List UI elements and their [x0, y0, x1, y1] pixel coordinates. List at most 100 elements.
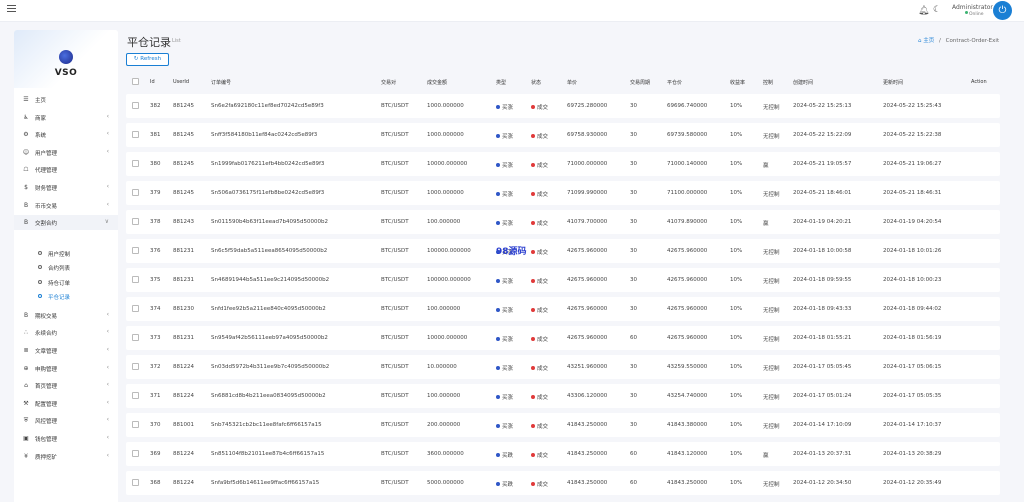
status-dot-icon	[531, 423, 535, 428]
sidebar-item[interactable]: B 交割合约 ∨	[14, 215, 118, 231]
row-checkbox[interactable]	[132, 363, 139, 370]
cell-order-value: Snfa9bf5d6b14611ee9ffac6ff66157a15	[211, 480, 320, 486]
row-checkbox[interactable]	[132, 276, 139, 283]
sidebar-item[interactable]: ⚙ 系统 ‹	[14, 127, 118, 142]
column-header[interactable]: 订单编号	[211, 79, 231, 86]
sidebar-item[interactable]: ⌂ 首页管理 ‹	[14, 378, 118, 393]
sidebar-item[interactable]: ∴ 永续合约 ‹	[14, 325, 118, 340]
cell-period-value: 30	[630, 219, 637, 225]
column-header[interactable]: 更新时间	[883, 79, 903, 86]
table-row[interactable]: 382 881245 Sn6e2fa692180c11ef8ed70242cd5e8…	[126, 94, 1000, 118]
row-checkbox[interactable]	[132, 189, 139, 196]
sidebar-item[interactable]: ⚒ 配置管理 ‹	[14, 396, 118, 411]
row-checkbox[interactable]	[132, 218, 139, 225]
sidebar-item[interactable]: ≣ 文章管理 ‹	[14, 343, 118, 358]
cell-order: Sn506a0736175f11efb8be0242cd5e89f3	[211, 190, 324, 196]
column-header[interactable]: 成交金额	[427, 79, 447, 86]
sidebar-subitem[interactable]: 合约列表	[14, 260, 118, 275]
sidebar-subitem[interactable]: 持仓订单	[14, 275, 118, 290]
table-row[interactable]: 374 881230 Snfd1fee92b5a211ee840c4095d5000…	[126, 297, 1000, 321]
cell-updated-value: 2024-05-22 15:25:43	[883, 103, 942, 109]
table-row[interactable]: 371 881224 Sn6881cd8b4b211eea0834095d50000…	[126, 384, 1000, 408]
user-name[interactable]: Administrator	[952, 4, 993, 11]
row-checkbox[interactable]	[132, 305, 139, 312]
breadcrumb-home[interactable]: ⌂ 主页	[918, 38, 934, 44]
moon-icon[interactable]: ☾	[933, 5, 941, 15]
table-row[interactable]: 378 881243 Sn011590b4b63f11eead7b4095d5000…	[126, 210, 1000, 234]
cell-period-value: 30	[630, 248, 637, 254]
sidebar-item[interactable]: ▣ 钱包管理 ‹	[14, 431, 118, 446]
sidebar-item[interactable]: ☺ 用户管理 ‹	[14, 145, 118, 160]
menu-icon[interactable]	[7, 5, 16, 14]
table-row[interactable]: 368 881224 Snfa9bf5d6b14611ee9ffac6ff66157…	[126, 471, 1000, 495]
table-row[interactable]: 370 881001 Snb745321cb2bc11ee8fafc6ff66157…	[126, 413, 1000, 437]
cell-period: 30	[630, 190, 637, 196]
table-row[interactable]: 380 881245 Sn1999fab0176211efb4bb0242cd5e8…	[126, 152, 1000, 176]
column-header[interactable]: 单价	[567, 79, 577, 86]
cell-pair: BTC/USDT	[381, 480, 409, 486]
cell-id: 380	[150, 161, 161, 167]
cell-order-value: Sn03dd5972b4b311ee9b7c4095d50000b2	[211, 364, 330, 370]
bell-icon[interactable]: 🔔︎	[918, 6, 929, 16]
power-icon[interactable]: ⏻	[993, 1, 1012, 20]
cell-type: 买涨	[496, 132, 513, 140]
chevron-left-icon: ‹	[106, 346, 109, 353]
sidebar-item[interactable]: ⊕ 申购管理 ‹	[14, 361, 118, 376]
cell-id: 369	[150, 451, 161, 457]
sidebar-item[interactable]: ☖ 代理管理	[14, 162, 118, 177]
sidebar-item[interactable]: B 期权交易 ‹	[14, 308, 118, 323]
row-checkbox[interactable]	[132, 421, 139, 428]
column-header[interactable]: 类型	[496, 79, 506, 86]
cell-status-value: 成交	[537, 366, 549, 372]
table-row[interactable]: 376 881231 Sn6c5f59dab5a511eea8654095d5000…	[126, 239, 1000, 263]
sidebar-item[interactable]: ☰ 主页	[14, 92, 118, 107]
column-header[interactable]: Action	[971, 79, 987, 85]
row-checkbox[interactable]	[132, 450, 139, 457]
column-header[interactable]: 创建时间	[793, 79, 813, 86]
table-row[interactable]: 379 881245 Sn506a0736175f11efb8be0242cd5e8…	[126, 181, 1000, 205]
type-dot-icon	[496, 133, 500, 138]
table-row[interactable]: 372 881224 Sn03dd5972b4b311ee9b7c4095d5000…	[126, 355, 1000, 379]
row-checkbox[interactable]	[132, 334, 139, 341]
row-checkbox[interactable]	[132, 160, 139, 167]
sidebar-item[interactable]: ♿ 商家 ‹	[14, 110, 118, 125]
sidebar-subitem[interactable]: 用户控制	[14, 246, 118, 261]
cell-rate-value: 10%	[730, 103, 743, 109]
sidebar-subitem[interactable]: 平仓记录	[14, 289, 118, 304]
row-checkbox[interactable]	[132, 392, 139, 399]
sidebar-item[interactable]: B 币币交易 ‹	[14, 198, 118, 213]
table-row[interactable]: 369 881224 Sn851104f8b21011ee87b4c6ff66157…	[126, 442, 1000, 466]
cell-close-value: 41079.890000	[667, 219, 708, 225]
row-checkbox[interactable]	[132, 479, 139, 486]
row-checkbox[interactable]	[132, 102, 139, 109]
cell-control-value: 无控制	[763, 424, 780, 430]
cell-pair-value: BTC/USDT	[381, 451, 409, 457]
column-header[interactable]: UserId	[173, 79, 189, 85]
refresh-button[interactable]: ↻ Refresh	[126, 53, 169, 66]
row-checkbox[interactable]	[132, 131, 139, 138]
row-checkbox[interactable]	[132, 247, 139, 254]
column-header[interactable]: 控制	[763, 79, 773, 86]
column-header[interactable]: 状态	[531, 79, 541, 86]
sidebar-item[interactable]: $ 财务管理 ‹	[14, 180, 118, 195]
cell-rate-value: 10%	[730, 451, 743, 457]
table-row[interactable]: 381 881245 Snff3f584180b11ef84ac0242cd5e89…	[126, 123, 1000, 147]
cell-user-value: 881230	[173, 306, 194, 312]
column-header[interactable]: 交易周期	[630, 79, 650, 86]
shield-icon: ⛨	[23, 417, 29, 425]
column-header[interactable]: 交易对	[381, 79, 396, 86]
sidebar-item[interactable]: ⛨ 风控管理 ‹	[14, 413, 118, 428]
column-header[interactable]: Id	[150, 79, 155, 85]
cell-id-value: 378	[150, 219, 161, 225]
column-header[interactable]: 平仓价	[667, 79, 682, 86]
select-all-checkbox[interactable]	[132, 78, 139, 85]
cell-status-value: 成交	[537, 424, 549, 430]
page-scrollbar[interactable]	[1015, 24, 1024, 502]
cell-created-value: 2024-05-21 19:05:57	[793, 161, 852, 167]
user-status: Online	[965, 11, 984, 17]
table-row[interactable]: 373 881231 Sn9549af42b56111eeb97a4095d5000…	[126, 326, 1000, 350]
table-row[interactable]: 375 881231 Sn46891944b5a511ee9c214095d5000…	[126, 268, 1000, 292]
cell-rate-value: 10%	[730, 306, 743, 312]
column-header[interactable]: 收益率	[730, 79, 745, 86]
sidebar-item[interactable]: ¥ 质押挖矿 ‹	[14, 449, 118, 464]
